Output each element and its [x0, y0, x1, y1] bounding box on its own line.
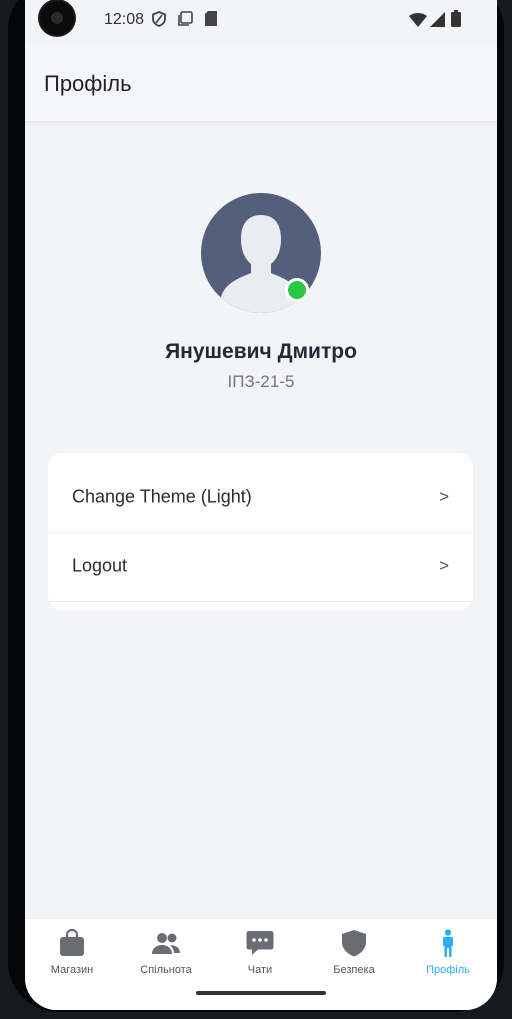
logout-label: Logout — [72, 555, 128, 576]
nav-item-community[interactable]: Спільнота — [119, 919, 213, 989]
screen: 12:08 Профіль Янушевич Дмитро ІПЗ-21-5 C… — [25, 0, 497, 1010]
settings-menu: Change Theme (Light) > Logout > — [48, 453, 473, 610]
nav-item-security[interactable]: Безпека — [307, 919, 401, 989]
screen-cast-icon — [178, 11, 193, 26]
nav-label-shop: Магазин — [50, 964, 94, 976]
page-title: Профіль — [44, 71, 132, 96]
nav-label-chats: Чати — [247, 964, 273, 976]
online-status-indicator — [285, 278, 309, 302]
nav-label-profile: Профіль — [426, 964, 470, 976]
people-icon — [152, 933, 180, 954]
home-indicator[interactable] — [196, 991, 326, 995]
app-bar: Профіль — [25, 44, 497, 122]
wifi-icon — [409, 13, 427, 27]
logout-item[interactable]: Logout > — [48, 532, 473, 602]
person-icon — [443, 929, 453, 957]
battery-icon — [451, 10, 461, 27]
nav-item-chats[interactable]: Чати — [213, 919, 307, 989]
change-theme-item[interactable]: Change Theme (Light) > — [48, 463, 473, 533]
nav-label-community: Спільнота — [140, 964, 192, 976]
change-theme-label: Change Theme (Light) — [72, 486, 252, 507]
status-time: 12:08 — [104, 11, 145, 28]
bottom-navigation: Магазин Спільнота Чати Безпека Профіль — [25, 918, 497, 1010]
vpn-shield-icon — [152, 11, 166, 27]
nav-item-shop[interactable]: Магазин — [25, 919, 119, 989]
profile-group: ІПЗ-21-5 — [227, 372, 295, 391]
nav-item-profile[interactable]: Профіль — [401, 919, 495, 989]
nav-label-security: Безпека — [333, 964, 375, 976]
shield-icon — [342, 930, 366, 957]
front-camera — [40, 1, 74, 35]
shopping-bag-icon — [60, 929, 84, 956]
profile-name: Янушевич Дмитро — [165, 340, 357, 363]
chat-bubble-icon — [246, 931, 274, 955]
chevron-right-icon: > — [439, 487, 449, 506]
cell-signal-icon — [430, 12, 445, 27]
sd-card-icon — [205, 11, 217, 26]
chevron-right-icon: > — [439, 556, 449, 575]
status-bar: 12:08 — [25, 0, 497, 44]
